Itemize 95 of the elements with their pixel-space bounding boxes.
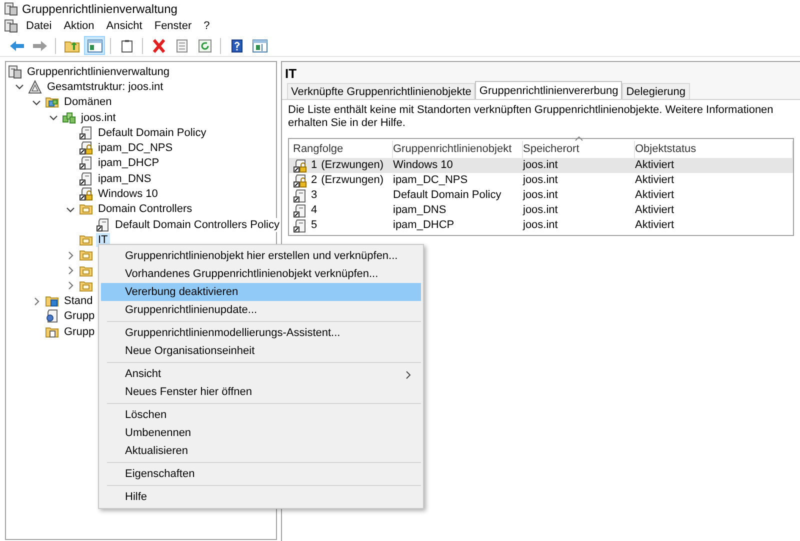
table-cell: joos.int [523,204,558,216]
folder-grid-icon [45,294,59,308]
menu-item[interactable]: Gruppenrichtlinienmodellierungs-Assistent... [101,324,421,342]
menu-item[interactable]: Hilfe [101,488,421,506]
table-cell-text: 3 [311,188,318,204]
folder-icon [79,202,93,216]
window-title: Gruppenrichtlinienverwaltung [22,0,178,18]
column-header[interactable]: Gruppenrichtlinienobjekt [393,141,512,158]
menu-item[interactable]: Eigenschaften [101,465,421,483]
table-cell-text: (Erzwungen) [321,158,384,174]
menu-item[interactable]: Aktualisieren [101,442,421,460]
table-cell: joos.int [523,174,558,186]
table-cell: ipam_DNS [393,204,446,216]
scroll-gear-icon [45,309,59,324]
scroll-shortcut-icon [79,156,93,170]
column-header[interactable]: Objektstatus [635,141,696,158]
scroll-lock-icon [293,158,307,172]
table-cell: Aktiviert [635,204,674,216]
table-cell: Aktiviert [635,159,674,172]
scroll-shortcut-icon [79,126,93,140]
tree-item[interactable]: Grupp [62,324,97,339]
table-cell: Aktiviert [635,219,674,232]
tree-item[interactable]: Grupp [62,309,97,324]
table-cell-text: (Erzwungen) [321,173,384,188]
tree-item[interactable]: ipam_DC_NPS [96,141,175,156]
tab[interactable]: Verknüpfte Gruppenrichtlinienobjekte [287,83,476,99]
scroll-shortcut-icon [79,172,93,186]
folder-icon [79,264,93,278]
expanded-chevron-icon[interactable] [66,204,75,214]
menu-item[interactable]: Gruppenrichtlinienupdate... [101,301,421,319]
menu-item[interactable]: Neue Organisationseinheit [101,342,421,360]
menu-item[interactable]: Aktion [60,18,98,34]
computers-icon [62,110,76,125]
tree-item[interactable]: ipam_DHCP [96,156,162,170]
expanded-chevron-icon[interactable] [32,98,41,107]
menu-item[interactable]: Neues Fenster hier öffnen [101,383,421,401]
menu-item[interactable]: Löschen [101,406,421,424]
menu-item[interactable]: Fenster [150,18,196,34]
server-document-icon [4,2,18,16]
tree-pane-icon[interactable] [84,36,105,55]
table-cell: Aktiviert [635,189,674,202]
tree-item[interactable]: ipam_DNS [96,172,154,186]
table-cell: ipam_DHCP [393,219,454,232]
menu-item[interactable]: ? [200,18,214,34]
menu-item[interactable]: Ansicht [102,18,146,34]
table-cell: ipam_DC_NPS [393,174,468,186]
scroll-lock-icon [79,141,93,156]
table-cell: Aktiviert [635,174,674,186]
table-cell: joos.int [523,159,558,172]
column-header[interactable]: Speicherort [523,141,580,158]
menu-item[interactable]: Vererbung deaktivieren [101,283,421,301]
column-header[interactable]: Rangfolge [293,141,344,158]
table-cell: joos.int [523,219,558,232]
triangle-icon [28,80,42,94]
tree-item[interactable]: Gesamtstruktur: joos.int [45,80,166,94]
collapsed-chevron-icon[interactable] [32,296,41,306]
tree-item[interactable]: Default Domain Controllers Policy [113,218,282,232]
tab[interactable]: Gruppenrichtlinienvererbung [475,81,622,99]
scroll-shortcut-icon [293,188,307,202]
table-cell-text: 1 [311,158,318,174]
folder-icon [79,232,93,247]
collapsed-chevron-icon[interactable] [66,266,75,275]
table-cell-text: 4 [311,203,318,218]
table-cell-text: 5 [311,218,318,234]
expanded-chevron-icon[interactable] [15,82,24,92]
tree-item[interactable]: joos.int [79,110,118,125]
folder-computers-icon [45,95,59,110]
menu-item[interactable]: Vorhandenes Gruppenrichtlinienobjekt verknüpfen... [101,265,421,283]
folder-icon [79,248,93,262]
expanded-chevron-icon[interactable] [49,113,58,122]
menu-item[interactable]: Ansicht [101,365,421,383]
menu-item[interactable]: Gruppenrichtlinienobjekt hier erstellen und verknüpfen... [101,247,421,265]
selected-row[interactable]: 1 (Erzwungen) Windows 10 joos.int Aktiviert [289,158,793,173]
scroll-lock-icon [293,174,307,188]
table-cell-text: 2 [311,173,318,188]
folder-icon [79,278,93,293]
tab[interactable]: Delegierung [622,83,690,99]
table-cell: Default Domain Policy [393,189,502,202]
scroll-shortcut-icon [293,204,307,218]
collapsed-chevron-icon[interactable] [66,281,75,290]
pane-title: IT [284,65,298,82]
table-cell: Windows 10 [393,159,453,172]
server-document-icon [8,64,22,79]
menu-item[interactable]: Datei [22,18,56,34]
menu-item[interactable]: Umbenennen [101,424,421,442]
tree-item[interactable]: Gruppenrichtlinienverwaltung [25,64,172,79]
scroll-shortcut-icon [293,218,307,232]
folder-document-icon [45,324,59,339]
collapsed-chevron-icon[interactable] [66,250,75,260]
scroll-lock-icon [79,187,93,202]
scroll-shortcut-icon [96,218,110,232]
tree-item[interactable]: Default Domain Policy [96,126,208,140]
server-document-icon [4,19,18,33]
table-cell: joos.int [523,189,558,202]
info-text: Die Liste enthält keine mit Standorten verknüpften Gruppenrichtlinienobjekte. Weitere Informationen erhalten Sie in der Hilfe. [288,104,774,130]
